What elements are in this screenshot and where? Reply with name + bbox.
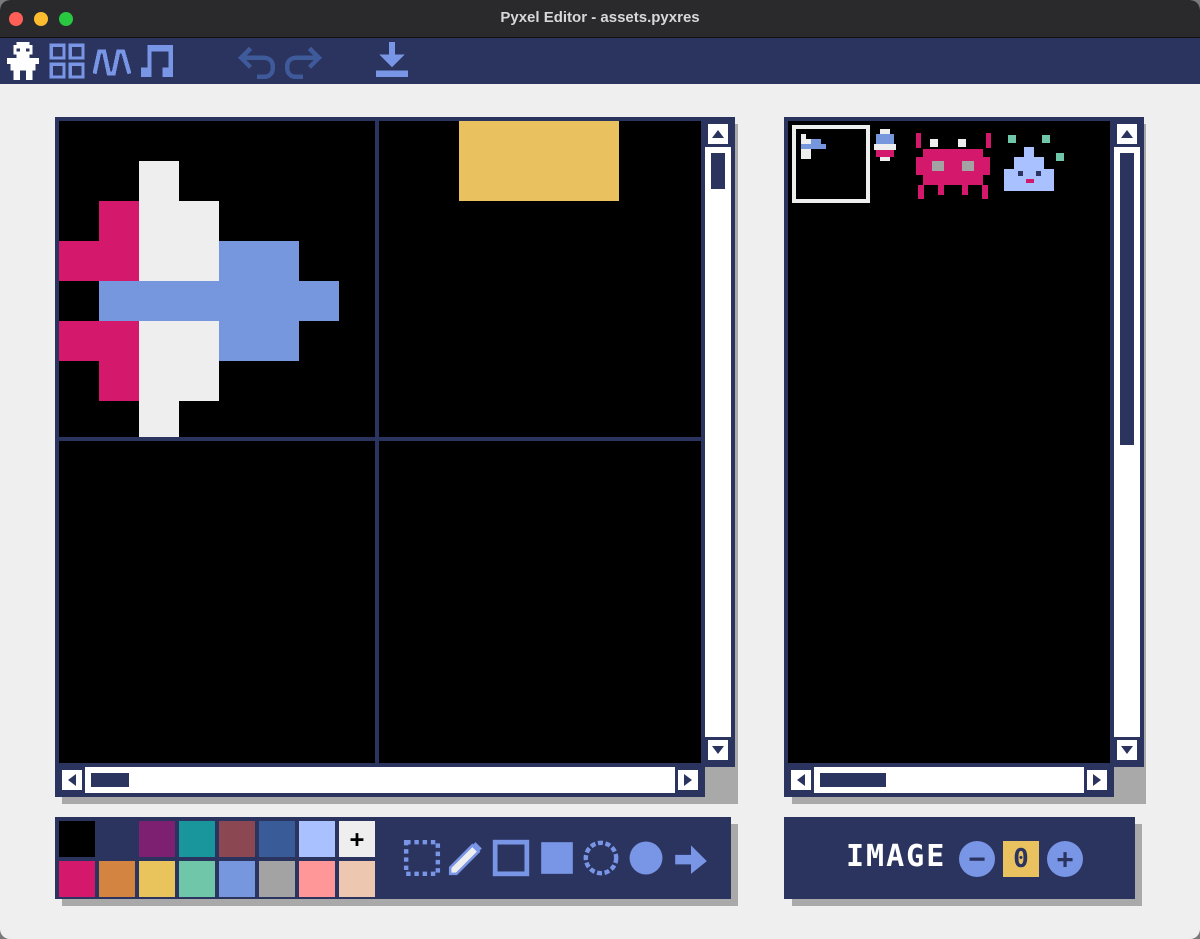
redo-icon[interactable] [284, 42, 322, 80]
palette-color-swatch[interactable] [219, 821, 255, 857]
editor-toolbar [0, 38, 1200, 84]
rectangle-filled-icon[interactable] [538, 839, 576, 877]
image-bank-view[interactable] [784, 117, 1114, 767]
pencil-icon[interactable] [447, 839, 485, 877]
palette-color-swatch[interactable] [179, 861, 215, 897]
arrow-up-icon [1121, 130, 1133, 138]
palette-color-swatch[interactable] [299, 861, 335, 897]
palette-color-swatch[interactable] [259, 821, 295, 857]
music-editor-icon[interactable] [138, 42, 176, 80]
horizontal-scroll-thumb[interactable] [91, 773, 129, 787]
sound-editor-icon[interactable] [93, 42, 131, 80]
palette-color-swatch[interactable] [99, 861, 135, 897]
canvas-horizontal-scrollbar[interactable] [55, 763, 705, 797]
vertical-scroll-thumb[interactable] [1120, 153, 1134, 445]
scroll-left-button[interactable] [788, 767, 814, 793]
circle-outline-icon[interactable] [582, 839, 620, 877]
scroll-left-button[interactable] [59, 767, 85, 793]
palette-color-swatch[interactable] [139, 821, 175, 857]
scroll-right-button[interactable] [1084, 767, 1110, 793]
canvas-vertical-scrollbar[interactable] [701, 117, 735, 767]
horizontal-scroll-thumb[interactable] [820, 773, 886, 787]
title-bar: Pyxel Editor - assets.pyxres [0, 0, 1200, 38]
palette-color-swatch[interactable] [179, 821, 215, 857]
palette-color-swatch[interactable] [99, 821, 135, 857]
image-bank-vertical-scrollbar[interactable] [1110, 117, 1144, 767]
arrow-left-icon [797, 774, 805, 786]
image-number-display: 0 [1003, 841, 1039, 877]
select-icon[interactable] [403, 839, 441, 877]
scroll-down-button[interactable] [705, 737, 731, 763]
arrow-right-icon [684, 774, 692, 786]
arrow-left-icon [68, 774, 76, 786]
undo-icon[interactable] [238, 42, 276, 80]
palette-color-swatch[interactable] [299, 821, 335, 857]
bucket-fill-icon[interactable] [672, 839, 710, 877]
image-selector-label: IMAGE [846, 839, 947, 874]
palette-add-color[interactable]: + [339, 821, 375, 857]
palette-color-swatch[interactable] [339, 861, 375, 897]
image-edit-canvas[interactable] [55, 117, 705, 767]
palette-color-swatch[interactable] [59, 821, 95, 857]
circle-filled-icon[interactable] [627, 839, 665, 877]
sprite-pixels [59, 121, 701, 763]
scroll-up-button[interactable] [1114, 121, 1140, 147]
arrow-right-icon [1093, 774, 1101, 786]
image-decrement-button[interactable]: − [959, 841, 995, 877]
image-increment-button[interactable]: + [1047, 841, 1083, 877]
image-bank-sprites [792, 125, 1064, 203]
scroll-down-button[interactable] [1114, 737, 1140, 763]
arrow-up-icon [712, 130, 724, 138]
image-selector-panel: IMAGE − 0 + [784, 817, 1135, 899]
save-download-icon[interactable] [373, 42, 411, 80]
image-editor-icon[interactable] [4, 42, 42, 80]
tilemap-editor-icon[interactable] [48, 42, 86, 80]
vertical-scroll-thumb[interactable] [711, 153, 725, 189]
palette-color-swatch[interactable] [259, 861, 295, 897]
image-bank-horizontal-scrollbar[interactable] [784, 763, 1114, 797]
editor-window: Pyxel Editor - assets.pyxres + IMAGE − 0… [0, 0, 1200, 939]
palette-color-swatch[interactable] [139, 861, 175, 897]
palette-tools-panel: + [55, 817, 731, 899]
arrow-down-icon [1121, 746, 1133, 754]
arrow-down-icon [712, 746, 724, 754]
window-title: Pyxel Editor - assets.pyxres [500, 9, 700, 26]
palette-color-swatch[interactable] [59, 861, 95, 897]
rectangle-outline-icon[interactable] [492, 839, 530, 877]
scroll-up-button[interactable] [705, 121, 731, 147]
scroll-right-button[interactable] [675, 767, 701, 793]
palette-color-swatch[interactable] [219, 861, 255, 897]
